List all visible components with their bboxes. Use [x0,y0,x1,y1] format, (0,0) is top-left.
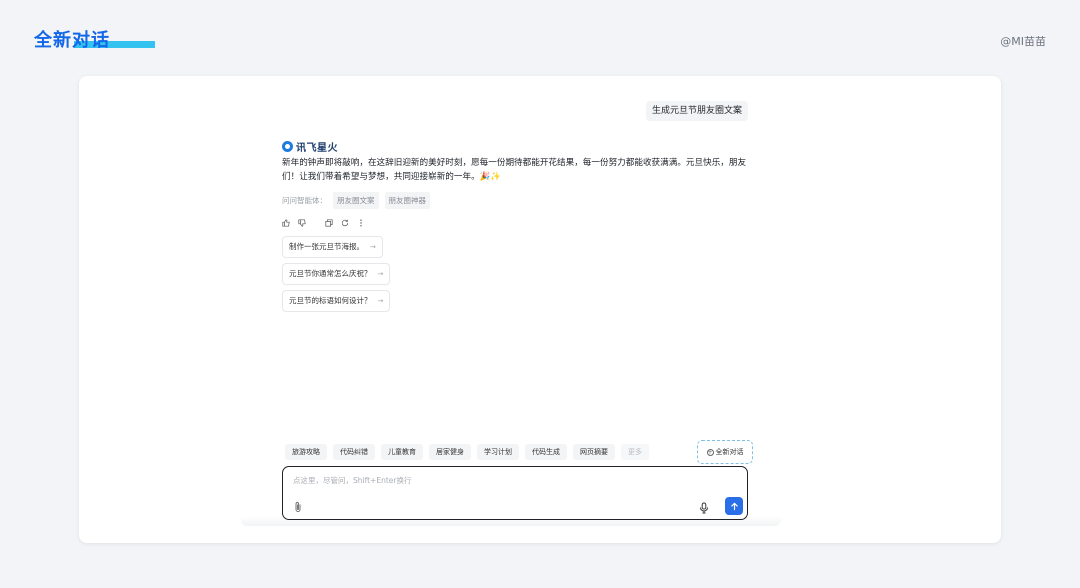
chip-home-fitness[interactable]: 居家健身 [429,444,471,460]
brand-name: 讯飞星火 [296,143,338,154]
assistant-brand: 讯飞星火 [282,139,338,154]
thumbs-up-icon[interactable] [282,219,290,228]
suggestion-item[interactable]: 元旦节你通常怎么庆祝？ → [282,263,391,285]
copy-icon[interactable] [325,219,333,228]
arrow-right-icon: → [377,297,384,305]
arrow-up-icon [730,502,738,510]
spark-logo-icon [282,141,293,152]
regenerate-icon[interactable] [341,219,349,228]
paperclip-icon[interactable] [293,498,303,512]
assistant-answer: 新年的钟声即将敲响，在这辞旧迎新的美好时刻，愿每一份期待都能开花结果，每一份努力… [282,158,747,182]
quick-chips: 旅游攻略 代码纠错 儿童教育 居家健身 学习计划 代码生成 网页摘要 更多 [285,444,649,460]
suggestion-item[interactable]: 元旦节的标语如何设计？ → [282,290,391,312]
thumbs-down-icon[interactable] [298,219,306,228]
chip-web-summary[interactable]: 网页摘要 [573,444,615,460]
suggestion-item[interactable]: 制作一张元旦节海报。 → [282,236,383,258]
author-credit: @MI苗苗 [1000,35,1046,48]
chip-code-gen[interactable]: 代码生成 [525,444,567,460]
send-button[interactable] [725,497,743,515]
chip-code-fix[interactable]: 代码纠错 [333,444,375,460]
new-chat-label: 全新对话 [715,448,744,456]
arrow-right-icon: → [377,270,384,278]
chat-composer[interactable] [282,466,748,520]
plus-circle-icon: + [706,448,714,456]
chat-window: 生成元旦节朋友圈文案 讯飞星火 新年的钟声即将敲响，在这辞旧迎新的美好时刻，愿每… [79,76,1001,543]
chip-more[interactable]: 更多 [621,444,649,460]
source-tag[interactable]: 朋友圈神器 [384,192,430,209]
arrow-right-icon: → [370,243,376,251]
user-message: 生成元旦节朋友圈文案 [645,101,748,121]
page-title: 全新对话 [34,30,110,51]
chip-travel[interactable]: 旅游攻略 [285,444,327,460]
more-icon[interactable] [357,219,365,228]
answer-actions [282,219,365,228]
source-label: 问问智能体： [282,196,327,205]
source-row: 问问智能体： 朋友圈文案 朋友圈神器 [282,192,430,209]
source-tag[interactable]: 朋友圈文案 [333,192,379,209]
page-title-wrap: 全新对话 [34,30,155,52]
chip-kids-edu[interactable]: 儿童教育 [381,444,423,460]
suggestion-text: 制作一张元旦节海报。 [289,242,364,251]
suggestion-text: 元旦节的标语如何设计？ [289,296,372,305]
chip-study-plan[interactable]: 学习计划 [477,444,519,460]
new-chat-button[interactable]: + 全新对话 [697,440,753,464]
microphone-icon[interactable] [699,499,709,514]
chat-input[interactable] [293,473,713,487]
suggestion-text: 元旦节你通常怎么庆祝？ [289,269,372,278]
